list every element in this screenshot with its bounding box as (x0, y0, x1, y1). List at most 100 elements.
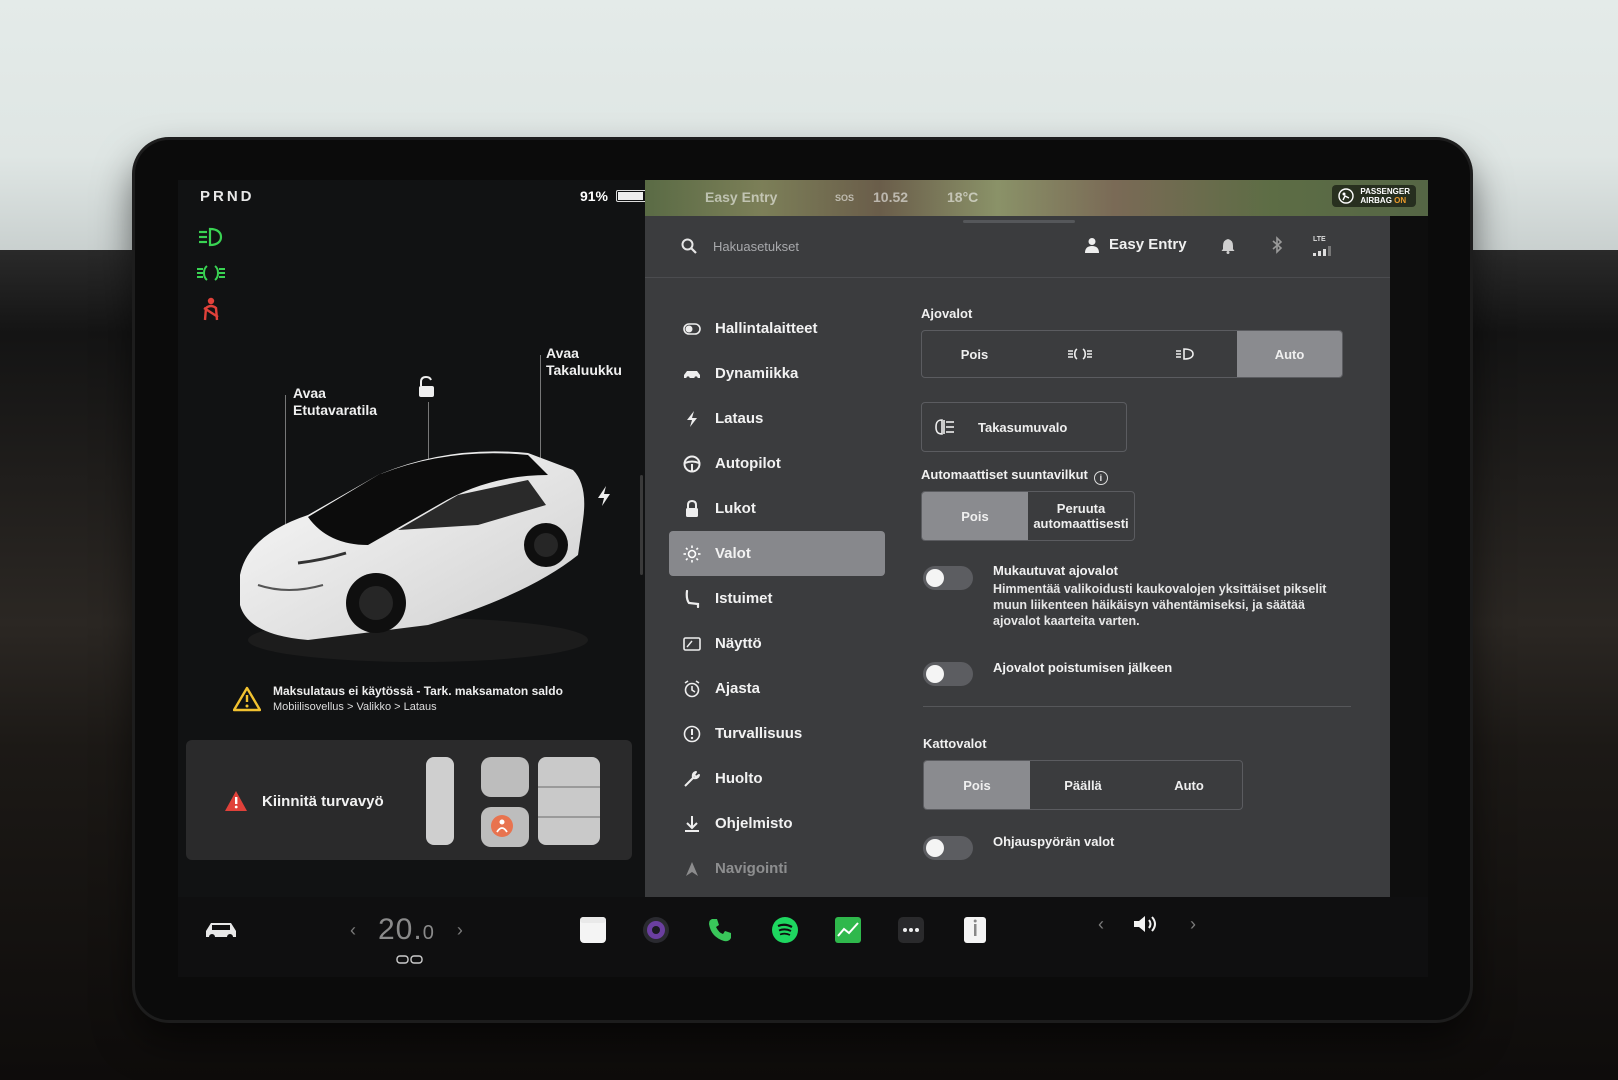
bolt-icon (683, 410, 701, 428)
charge-port-icon[interactable] (596, 485, 612, 507)
headlights-option-parking[interactable] (1027, 331, 1132, 377)
nav-label: Lukot (715, 500, 756, 517)
map-sos-label[interactable]: SOS (835, 193, 854, 203)
nav-item-navigointi[interactable]: Navigointi (669, 846, 885, 891)
nav-item-ohjelmisto[interactable]: Ohjelmisto (669, 801, 885, 846)
toggle-knob (926, 665, 944, 683)
phone-icon[interactable] (705, 915, 735, 945)
seat-occupancy-diagram (426, 757, 600, 847)
nav-label: Navigointi (715, 860, 788, 877)
notes-icon[interactable] (578, 915, 608, 945)
battery-status: 91% (580, 188, 648, 204)
nav-item-huolto[interactable]: Huolto (669, 756, 885, 801)
nav-item-istuimet[interactable]: Istuimet (669, 576, 885, 621)
nav-label: Näyttö (715, 635, 762, 652)
seatbelt-alert-card[interactable]: Kiinnitä turvavyö (186, 740, 632, 860)
map-status-strip[interactable]: Easy Entry SOS 10.52 18°C PASSENGER AIRB… (645, 180, 1428, 216)
nav-label: Huolto (715, 770, 763, 787)
volume-up-icon[interactable]: › (1190, 914, 1196, 935)
user-icon (1085, 237, 1099, 253)
headlights-option-on[interactable] (1132, 331, 1237, 377)
speaker-icon[interactable] (1132, 913, 1162, 935)
seatbelt-alert-text: Kiinnitä turvavyö (262, 792, 384, 810)
unlock-icon[interactable] (416, 375, 438, 399)
bluetooth-icon[interactable] (1271, 236, 1283, 254)
dome-option-auto[interactable]: Auto (1136, 761, 1242, 809)
headlight-icon (199, 227, 223, 247)
trunk-label-line1: Avaa (546, 345, 579, 361)
frunk-open-label[interactable]: Avaa Etutavaratila (293, 385, 377, 419)
headlights-option-off[interactable]: Pois (922, 331, 1027, 377)
dome-option-off[interactable]: Pois (924, 761, 1030, 809)
nav-item-ajasta[interactable]: Ajasta (669, 666, 885, 711)
trunk-open-label[interactable]: Avaa Takaluukku (546, 345, 622, 379)
charging-notice[interactable]: Maksulataus ei käytössä - Tark. maksamat… (233, 675, 593, 723)
stocks-icon[interactable] (833, 915, 863, 945)
airbag-icon (1338, 188, 1355, 204)
toggle-knob (926, 839, 944, 857)
steering-wheel-icon (683, 455, 701, 473)
car-3d-model (240, 451, 588, 662)
auto-turn-selector: Pois Peruuta automaattisesti (921, 491, 1135, 541)
settings-nav: Hallintalaitteet Dynamiikka Lataus Autop… (669, 306, 885, 891)
auto-turn-option-off[interactable]: Pois (922, 492, 1028, 540)
battery-icon (616, 190, 648, 202)
manual-icon[interactable] (960, 915, 990, 945)
dome-lights-selector: Pois Päällä Auto (923, 760, 1243, 810)
headlights-option-auto[interactable]: Auto (1237, 331, 1342, 377)
scroll-thumb[interactable] (640, 475, 643, 575)
cabin-temperature: 20.0 (378, 913, 435, 947)
auto-turn-option-cancel[interactable]: Peruuta automaattisesti (1028, 492, 1134, 540)
airbag-label-line2: AIRBAG (1360, 196, 1392, 205)
rear-fog-button[interactable]: Takasumuvalo (921, 402, 1127, 452)
adaptive-headlights-description: Himmentää valikoidusti kaukovalojen yksi… (993, 582, 1327, 628)
nav-item-autopilot[interactable]: Autopilot (669, 441, 885, 486)
dome-lights-title: Kattovalot (923, 736, 987, 751)
cabin-temperature-control: ‹ 20.0 › (350, 913, 463, 947)
spotify-icon[interactable] (770, 915, 800, 945)
seat-heater-icon[interactable] (396, 955, 424, 965)
more-icon[interactable] (896, 915, 926, 945)
temp-down-icon[interactable]: ‹ (350, 920, 356, 941)
lte-signal: LTE (1313, 236, 1333, 261)
settings-panel: Hakuasetukset Easy Entry LTE Hallintalai… (645, 216, 1390, 897)
nav-item-naytto[interactable]: Näyttö (669, 621, 885, 666)
alarm-clock-icon (683, 679, 701, 698)
nav-label: Autopilot (715, 455, 781, 472)
bell-icon[interactable] (1221, 238, 1235, 254)
driver-profile-button[interactable]: Easy Entry (1085, 236, 1187, 253)
nav-item-hallintalaitteet[interactable]: Hallintalaitteet (669, 306, 885, 351)
car-status-panel: PRND 91% Avaa Etutavaratila Avaa Takaluu… (178, 180, 664, 900)
section-divider (923, 706, 1351, 707)
charging-notice-text: Maksulataus ei käytössä - Tark. maksamat… (273, 683, 563, 715)
car-controls-icon[interactable] (204, 919, 238, 941)
nav-item-valot[interactable]: Valot (669, 531, 885, 576)
download-icon (683, 815, 701, 833)
lock-icon (683, 499, 701, 518)
camera-icon[interactable] (641, 915, 671, 945)
nav-item-lataus[interactable]: Lataus (669, 396, 885, 441)
steering-wheel-lights-label: Ohjauspyörän valot (993, 834, 1115, 849)
nav-item-turvallisuus[interactable]: Turvallisuus (669, 711, 885, 756)
nav-item-lukot[interactable]: Lukot (669, 486, 885, 531)
steering-wheel-lights-toggle[interactable] (923, 836, 973, 860)
temp-up-icon[interactable]: › (457, 920, 463, 941)
nav-label: Dynamiikka (715, 365, 799, 382)
volume-down-icon[interactable]: ‹ (1098, 914, 1104, 935)
settings-search[interactable]: Hakuasetukset (681, 238, 799, 254)
info-icon[interactable]: i (1093, 471, 1108, 485)
headlights-after-exit-toggle[interactable] (923, 662, 973, 686)
nav-item-dynamiikka[interactable]: Dynamiikka (669, 351, 885, 396)
battery-fill (618, 192, 644, 200)
nav-label: Lataus (715, 410, 764, 427)
map-clock: 10.52 (873, 189, 909, 205)
headlight-icon (1175, 348, 1194, 360)
airbag-state: ON (1394, 196, 1407, 205)
headlights-after-exit-label: Ajovalot poistumisen jälkeen (993, 660, 1173, 675)
seatbelt-warning-icon (203, 297, 219, 321)
headlights-title: Ajovalot (921, 306, 973, 321)
dome-option-on[interactable]: Päällä (1030, 761, 1136, 809)
frunk-label-line2: Etutavaratila (293, 402, 378, 418)
temp-whole: 20. (378, 913, 423, 946)
adaptive-headlights-toggle[interactable] (923, 566, 973, 590)
